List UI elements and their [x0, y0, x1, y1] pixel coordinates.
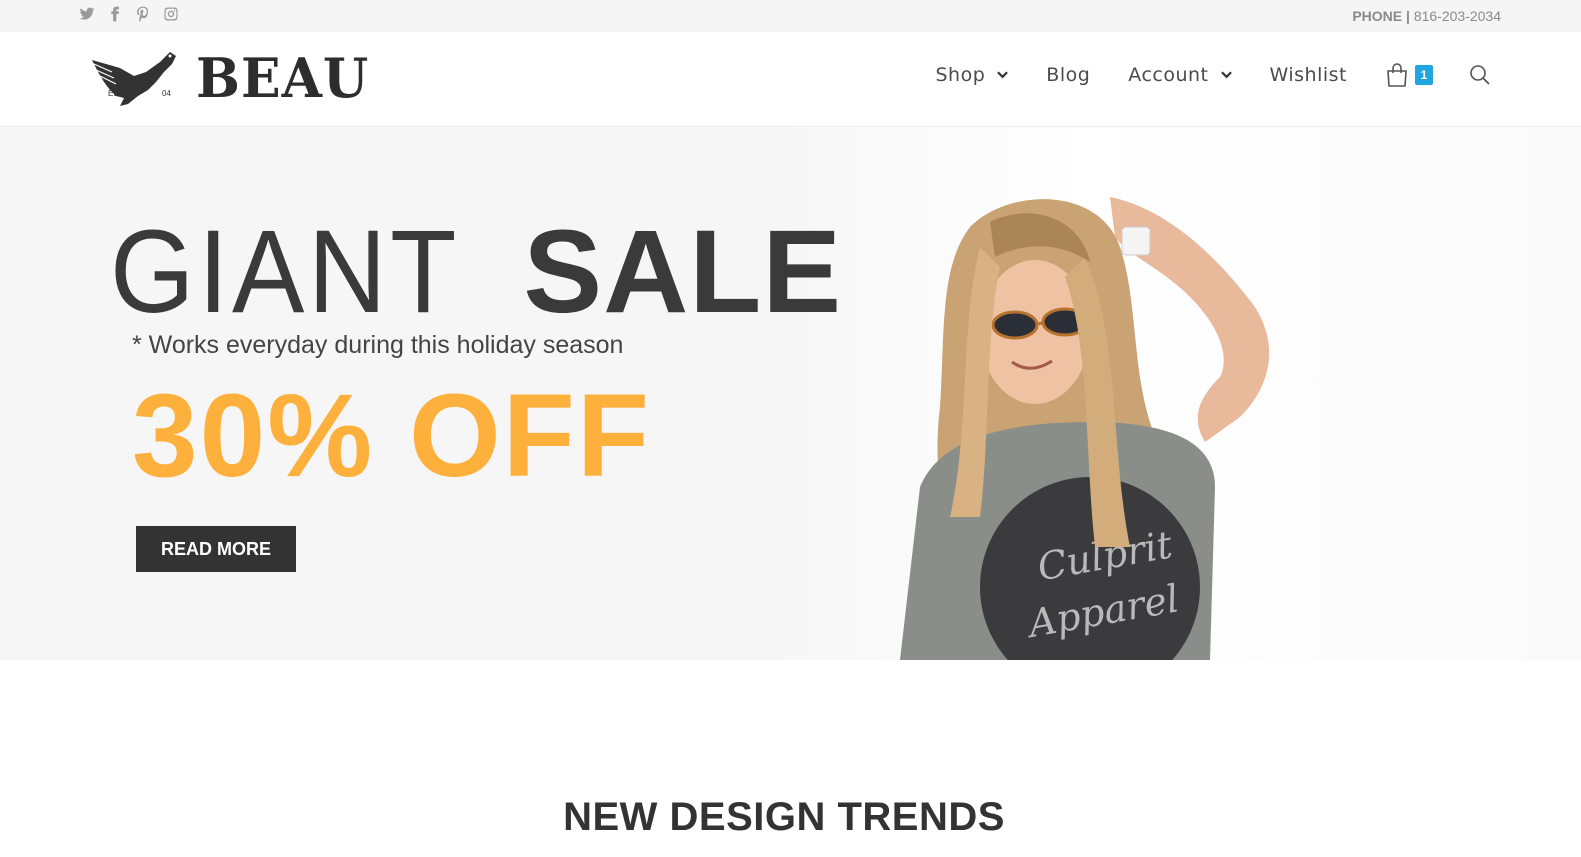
social-links — [78, 5, 180, 23]
site-header: EST 04 BEAU Shop Blog Account Wishlist 1 — [0, 32, 1581, 127]
svg-text:04: 04 — [162, 89, 171, 98]
facebook-icon[interactable] — [106, 5, 124, 23]
instagram-icon[interactable] — [162, 5, 180, 23]
nav-account[interactable]: Account — [1128, 64, 1232, 86]
main-nav: Shop Blog Account Wishlist 1 — [897, 62, 1491, 88]
section-title: NEW DESIGN TRENDS — [563, 795, 1005, 839]
hero-title-light: GIANT — [110, 206, 461, 338]
hero-subtitle: * Works everyday during this holiday sea… — [132, 331, 624, 359]
chevron-down-icon — [1220, 71, 1232, 79]
top-bar: PHONE | 816-203-2034 — [0, 0, 1581, 32]
nav-wishlist-label: Wishlist — [1269, 64, 1347, 86]
hero-discount: 30% OFF — [132, 370, 651, 502]
model-photo: Culprit Apparel — [900, 197, 1270, 660]
read-more-button[interactable]: READ MORE — [136, 526, 296, 572]
logo-text: BEAU — [196, 45, 370, 111]
pinterest-icon[interactable] — [134, 5, 152, 23]
eagle-logo-icon: EST 04 — [92, 52, 176, 106]
phone-info: PHONE | 816-203-2034 — [1352, 8, 1501, 24]
phone-label: PHONE | — [1352, 8, 1410, 24]
nav-blog-label: Blog — [1046, 64, 1091, 86]
cart-button[interactable]: 1 — [1385, 62, 1433, 88]
nav-blog[interactable]: Blog — [1046, 64, 1090, 86]
chevron-down-icon — [997, 71, 1009, 79]
nav-account-label: Account — [1128, 64, 1209, 86]
twitter-icon[interactable] — [78, 5, 96, 23]
phone-number[interactable]: 816-203-2034 — [1414, 8, 1501, 24]
svg-text:EST: EST — [108, 89, 124, 98]
nav-wishlist[interactable]: Wishlist — [1270, 64, 1348, 86]
hero-title-bold: SALE — [523, 206, 843, 338]
cart-count-badge: 1 — [1415, 65, 1433, 85]
search-icon[interactable] — [1469, 64, 1491, 86]
nav-shop-label: Shop — [935, 64, 986, 86]
hero-title: GIANT SALE — [110, 213, 842, 331]
hero-banner: Culprit Apparel GIANT SALE * Works every… — [0, 127, 1581, 660]
nav-shop[interactable]: Shop — [935, 64, 1009, 86]
site-logo[interactable]: EST 04 BEAU — [90, 46, 369, 110]
shopping-bag-icon — [1387, 63, 1407, 87]
